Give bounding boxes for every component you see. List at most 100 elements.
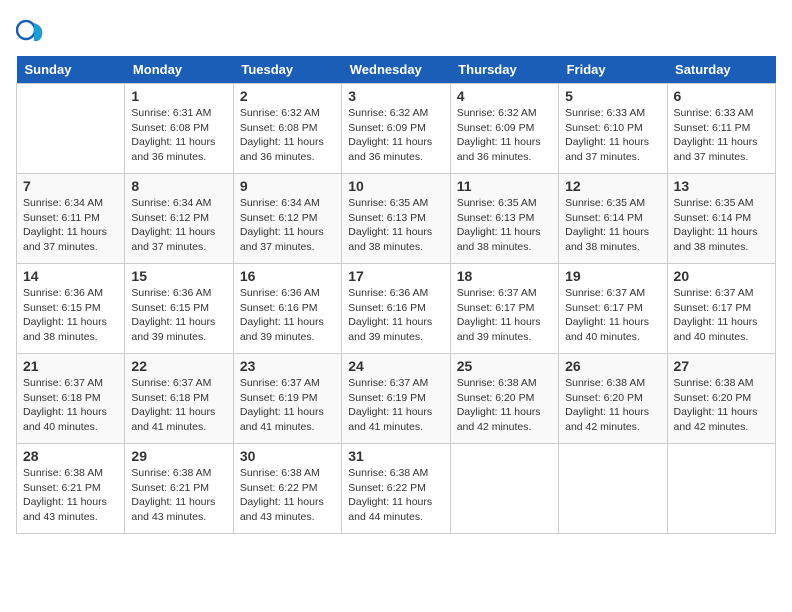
cell-content: Sunrise: 6:37 AMSunset: 6:19 PMDaylight:… [240,376,335,435]
cell-content: Sunrise: 6:37 AMSunset: 6:18 PMDaylight:… [131,376,226,435]
day-number: 28 [23,448,118,464]
calendar-cell: 19 Sunrise: 6:37 AMSunset: 6:17 PMDayligh… [559,264,667,354]
cell-content: Sunrise: 6:36 AMSunset: 6:15 PMDaylight:… [131,286,226,345]
day-number: 19 [565,268,660,284]
cell-content: Sunrise: 6:36 AMSunset: 6:16 PMDaylight:… [240,286,335,345]
calendar-cell: 26 Sunrise: 6:38 AMSunset: 6:20 PMDayligh… [559,354,667,444]
calendar-cell: 15Sunrise: 6:36 AMSunset: 6:15 PMDayligh… [125,264,233,354]
calendar-cell: 6 Sunrise: 6:33 AMSunset: 6:11 PMDaylight… [667,84,775,174]
calendar-week-row: 21Sunrise: 6:37 AMSunset: 6:18 PMDayligh… [17,354,776,444]
cell-content: Sunrise: 6:37 AMSunset: 6:17 PMDaylight:… [674,286,769,345]
calendar-cell: 16Sunrise: 6:36 AMSunset: 6:16 PMDayligh… [233,264,341,354]
cell-content: Sunrise: 6:38 AMSunset: 6:22 PMDaylight:… [348,466,443,525]
calendar-cell: 17 Sunrise: 6:36 AMSunset: 6:16 PMDayligh… [342,264,450,354]
day-number: 12 [565,178,660,194]
day-number: 13 [674,178,769,194]
day-number: 14 [23,268,118,284]
calendar-week-row: 14 Sunrise: 6:36 AMSunset: 6:15 PMDayligh… [17,264,776,354]
calendar-cell: 1 Sunrise: 6:31 AMSunset: 6:08 PMDaylight… [125,84,233,174]
cell-content: Sunrise: 6:37 AMSunset: 6:17 PMDaylight:… [457,286,552,345]
calendar-cell: 25 Sunrise: 6:38 AMSunset: 6:20 PMDayligh… [450,354,558,444]
calendar-cell: 7Sunrise: 6:34 AMSunset: 6:11 PMDaylight… [17,174,125,264]
day-number: 11 [457,178,552,194]
calendar-cell: 3 Sunrise: 6:32 AMSunset: 6:09 PMDaylight… [342,84,450,174]
cell-content: Sunrise: 6:32 AMSunset: 6:08 PMDaylight:… [240,106,335,165]
cell-content: Sunrise: 6:38 AMSunset: 6:22 PMDaylight:… [240,466,335,525]
calendar-cell: 24 Sunrise: 6:37 AMSunset: 6:19 PMDayligh… [342,354,450,444]
cell-content: Sunrise: 6:37 AMSunset: 6:18 PMDaylight:… [23,376,118,435]
header-friday: Friday [559,56,667,84]
day-number: 29 [131,448,226,464]
calendar-cell: 12 Sunrise: 6:35 AMSunset: 6:14 PMDayligh… [559,174,667,264]
day-number: 6 [674,88,769,104]
calendar-cell: 5 Sunrise: 6:33 AMSunset: 6:10 PMDaylight… [559,84,667,174]
day-number: 22 [131,358,226,374]
cell-content: Sunrise: 6:36 AMSunset: 6:16 PMDaylight:… [348,286,443,345]
day-number: 1 [131,88,226,104]
cell-content: Sunrise: 6:37 AMSunset: 6:17 PMDaylight:… [565,286,660,345]
cell-content: Sunrise: 6:35 AMSunset: 6:14 PMDaylight:… [565,196,660,255]
calendar-cell: 4 Sunrise: 6:32 AMSunset: 6:09 PMDaylight… [450,84,558,174]
cell-content: Sunrise: 6:35 AMSunset: 6:14 PMDaylight:… [674,196,769,255]
cell-content: Sunrise: 6:37 AMSunset: 6:19 PMDaylight:… [348,376,443,435]
cell-content: Sunrise: 6:34 AMSunset: 6:12 PMDaylight:… [240,196,335,255]
day-number: 2 [240,88,335,104]
cell-content: Sunrise: 6:34 AMSunset: 6:12 PMDaylight:… [131,196,226,255]
day-number: 7 [23,178,118,194]
cell-content: Sunrise: 6:32 AMSunset: 6:09 PMDaylight:… [457,106,552,165]
cell-content: Sunrise: 6:33 AMSunset: 6:11 PMDaylight:… [674,106,769,165]
page-header [16,16,776,44]
calendar-cell [667,444,775,534]
day-number: 23 [240,358,335,374]
header-monday: Monday [125,56,233,84]
day-number: 17 [348,268,443,284]
calendar-cell: 31 Sunrise: 6:38 AMSunset: 6:22 PMDayligh… [342,444,450,534]
day-number: 9 [240,178,335,194]
calendar-cell [559,444,667,534]
cell-content: Sunrise: 6:32 AMSunset: 6:09 PMDaylight:… [348,106,443,165]
calendar-cell: 13 Sunrise: 6:35 AMSunset: 6:14 PMDayligh… [667,174,775,264]
calendar-cell: 8 Sunrise: 6:34 AMSunset: 6:12 PMDaylight… [125,174,233,264]
day-number: 4 [457,88,552,104]
cell-content: Sunrise: 6:33 AMSunset: 6:10 PMDaylight:… [565,106,660,165]
day-number: 26 [565,358,660,374]
day-number: 30 [240,448,335,464]
header-wednesday: Wednesday [342,56,450,84]
calendar-week-row: 1 Sunrise: 6:31 AMSunset: 6:08 PMDaylight… [17,84,776,174]
day-number: 20 [674,268,769,284]
logo-icon [16,16,44,44]
day-number: 18 [457,268,552,284]
header-thursday: Thursday [450,56,558,84]
calendar-week-row: 28 Sunrise: 6:38 AMSunset: 6:21 PMDayligh… [17,444,776,534]
day-number: 10 [348,178,443,194]
calendar-cell: 29 Sunrise: 6:38 AMSunset: 6:21 PMDayligh… [125,444,233,534]
day-number: 3 [348,88,443,104]
cell-content: Sunrise: 6:38 AMSunset: 6:20 PMDaylight:… [674,376,769,435]
day-number: 8 [131,178,226,194]
calendar-cell: 20 Sunrise: 6:37 AMSunset: 6:17 PMDayligh… [667,264,775,354]
cell-content: Sunrise: 6:38 AMSunset: 6:20 PMDaylight:… [565,376,660,435]
calendar-cell: 28 Sunrise: 6:38 AMSunset: 6:21 PMDayligh… [17,444,125,534]
calendar-cell [450,444,558,534]
calendar-cell: 10 Sunrise: 6:35 AMSunset: 6:13 PMDayligh… [342,174,450,264]
calendar-cell: 27 Sunrise: 6:38 AMSunset: 6:20 PMDayligh… [667,354,775,444]
cell-content: Sunrise: 6:38 AMSunset: 6:21 PMDaylight:… [23,466,118,525]
day-number: 24 [348,358,443,374]
cell-content: Sunrise: 6:38 AMSunset: 6:20 PMDaylight:… [457,376,552,435]
cell-content: Sunrise: 6:35 AMSunset: 6:13 PMDaylight:… [348,196,443,255]
calendar-cell: 21Sunrise: 6:37 AMSunset: 6:18 PMDayligh… [17,354,125,444]
day-number: 31 [348,448,443,464]
day-number: 25 [457,358,552,374]
cell-content: Sunrise: 6:31 AMSunset: 6:08 PMDaylight:… [131,106,226,165]
day-number: 27 [674,358,769,374]
calendar-cell: 23 Sunrise: 6:37 AMSunset: 6:19 PMDayligh… [233,354,341,444]
header-sunday: Sunday [17,56,125,84]
cell-content: Sunrise: 6:38 AMSunset: 6:21 PMDaylight:… [131,466,226,525]
calendar-cell [17,84,125,174]
day-number: 5 [565,88,660,104]
calendar-cell: 14Sunrise: 6:36 AMSunset: 6:15 PMDayligh… [17,264,125,354]
cell-content: Sunrise: 6:35 AMSunset: 6:13 PMDaylight:… [457,196,552,255]
calendar-cell: 22 Sunrise: 6:37 AMSunset: 6:18 PMDayligh… [125,354,233,444]
calendar-cell: 2 Sunrise: 6:32 AMSunset: 6:08 PMDaylight… [233,84,341,174]
calendar-cell: 18 Sunrise: 6:37 AMSunset: 6:17 PMDayligh… [450,264,558,354]
